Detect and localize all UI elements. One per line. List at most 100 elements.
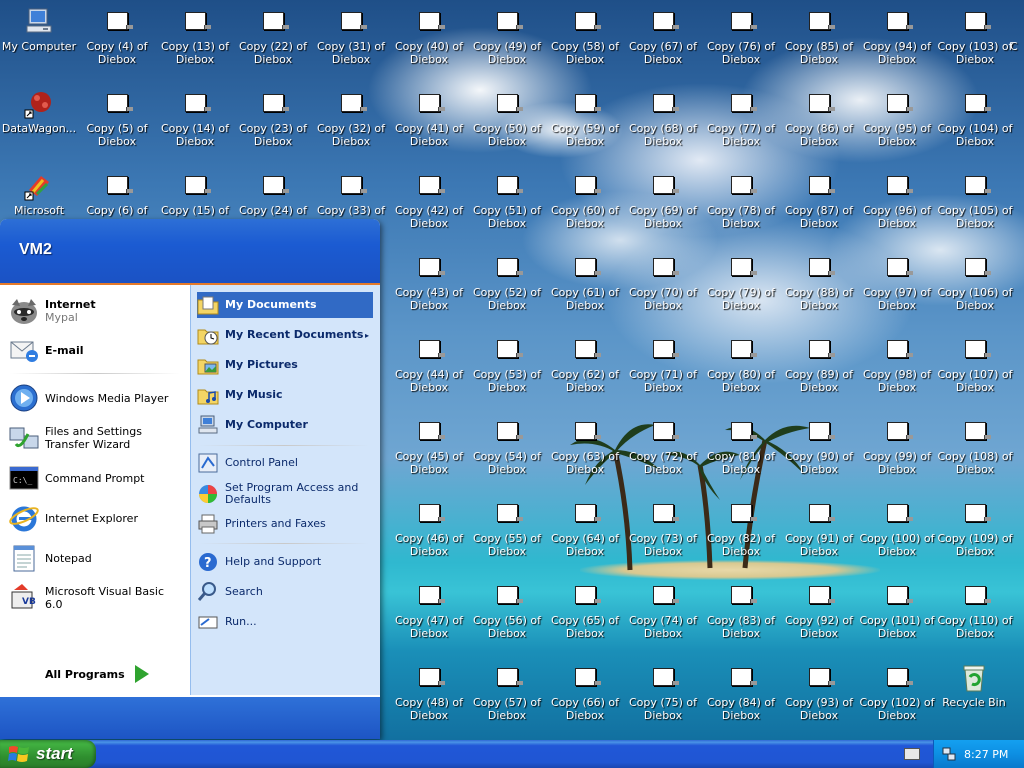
- desktop-file-icon[interactable]: Copy (22) of Diebox: [234, 0, 312, 66]
- desktop-file-icon[interactable]: Copy (88) of Diebox: [780, 246, 858, 312]
- desktop-file-icon[interactable]: Copy (108) of Diebox: [936, 410, 1014, 476]
- desktop-file-icon[interactable]: Copy (84) of Diebox: [702, 656, 780, 722]
- desktop-file-icon[interactable]: Copy (80) of Diebox: [702, 328, 780, 394]
- desktop-file-icon[interactable]: Copy (65) of Diebox: [546, 574, 624, 640]
- desktop-file-icon[interactable]: Copy (72) of Diebox: [624, 410, 702, 476]
- recent-windows-media-player[interactable]: Windows Media Player: [8, 381, 184, 415]
- desktop-file-icon[interactable]: Copy (91) of Diebox: [780, 492, 858, 558]
- desktop-file-icon[interactable]: Copy (64) of Diebox: [546, 492, 624, 558]
- desktop-file-icon[interactable]: Copy (53) of Diebox: [468, 328, 546, 394]
- desktop-file-icon[interactable]: Copy (104) of Diebox: [936, 82, 1014, 148]
- edge-partial-icon[interactable]: C: [1010, 0, 1024, 53]
- desktop-file-icon[interactable]: Copy (63) of Diebox: [546, 410, 624, 476]
- desktop-file-icon[interactable]: Copy (5) of Diebox: [78, 82, 156, 148]
- desktop-file-icon[interactable]: Copy (70) of Diebox: [624, 246, 702, 312]
- desktop-file-icon[interactable]: Copy (100) of Diebox: [858, 492, 936, 558]
- recent-internet-explorer[interactable]: Internet Explorer: [8, 501, 184, 535]
- datawagon-desktop-icon[interactable]: DataWagon...: [0, 82, 78, 135]
- desktop-file-icon[interactable]: Copy (62) of Diebox: [546, 328, 624, 394]
- start-button[interactable]: start: [0, 740, 96, 768]
- desktop-file-icon[interactable]: Copy (75) of Diebox: [624, 656, 702, 722]
- desktop-file-icon[interactable]: Copy (99) of Diebox: [858, 410, 936, 476]
- desktop-file-icon[interactable]: Copy (85) of Diebox: [780, 0, 858, 66]
- clock[interactable]: 8:27 PM: [964, 748, 1008, 761]
- desktop-file-icon[interactable]: Copy (71) of Diebox: [624, 328, 702, 394]
- recent-transfer-wizard[interactable]: Files and Settings Transfer Wizard: [8, 421, 184, 455]
- desktop-file-icon[interactable]: Copy (52) of Diebox: [468, 246, 546, 312]
- recent-command-prompt[interactable]: C:\_ Command Prompt: [8, 461, 184, 495]
- desktop-file-icon[interactable]: Copy (47) of Diebox: [390, 574, 468, 640]
- desktop-file-icon[interactable]: Copy (54) of Diebox: [468, 410, 546, 476]
- desktop-file-icon[interactable]: Copy (56) of Diebox: [468, 574, 546, 640]
- desktop-file-icon[interactable]: Copy (74) of Diebox: [624, 574, 702, 640]
- desktop-file-icon[interactable]: Copy (103) of Diebox: [936, 0, 1014, 66]
- desktop-file-icon[interactable]: Copy (96) of Diebox: [858, 164, 936, 230]
- setting-control-panel[interactable]: Control Panel: [197, 450, 373, 476]
- desktop-file-icon[interactable]: Copy (49) of Diebox: [468, 0, 546, 66]
- desktop-file-icon[interactable]: Copy (95) of Diebox: [858, 82, 936, 148]
- desktop-file-icon[interactable]: Copy (14) of Diebox: [156, 82, 234, 148]
- desktop-file-icon[interactable]: Copy (48) of Diebox: [390, 656, 468, 722]
- desktop-file-icon[interactable]: Copy (45) of Diebox: [390, 410, 468, 476]
- desktop-file-icon[interactable]: Copy (106) of Diebox: [936, 246, 1014, 312]
- desktop-file-icon[interactable]: Copy (42) of Diebox: [390, 164, 468, 230]
- setting-printers-faxes[interactable]: Printers and Faxes: [197, 511, 373, 537]
- desktop-file-icon[interactable]: Copy (101) of Diebox: [858, 574, 936, 640]
- desktop-file-icon[interactable]: Copy (58) of Diebox: [546, 0, 624, 66]
- desktop-file-icon[interactable]: Copy (46) of Diebox: [390, 492, 468, 558]
- desktop-file-icon[interactable]: Copy (93) of Diebox: [780, 656, 858, 722]
- desktop-file-icon[interactable]: Copy (40) of Diebox: [390, 0, 468, 66]
- desktop-file-icon[interactable]: Copy (60) of Diebox: [546, 164, 624, 230]
- desktop-file-icon[interactable]: Copy (81) of Diebox: [702, 410, 780, 476]
- desktop-file-icon[interactable]: Copy (82) of Diebox: [702, 492, 780, 558]
- desktop-file-icon[interactable]: Copy (4) of Diebox: [78, 0, 156, 66]
- pinned-internet[interactable]: Internet Mypal: [8, 293, 184, 329]
- run[interactable]: Run...: [197, 609, 373, 635]
- desktop-file-icon[interactable]: Copy (44) of Diebox: [390, 328, 468, 394]
- desktop-file-icon[interactable]: Copy (23) of Diebox: [234, 82, 312, 148]
- desktop-file-icon[interactable]: Copy (66) of Diebox: [546, 656, 624, 722]
- desktop-file-icon[interactable]: Copy (87) of Diebox: [780, 164, 858, 230]
- desktop-file-icon[interactable]: Copy (50) of Diebox: [468, 82, 546, 148]
- desktop-file-icon[interactable]: Copy (110) of Diebox: [936, 574, 1014, 640]
- desktop-file-icon[interactable]: Copy (79) of Diebox: [702, 246, 780, 312]
- desktop-file-icon[interactable]: Copy (107) of Diebox: [936, 328, 1014, 394]
- place-my-documents[interactable]: My Documents: [197, 292, 373, 318]
- desktop-file-icon[interactable]: Copy (92) of Diebox: [780, 574, 858, 640]
- desktop-file-icon[interactable]: Copy (77) of Diebox: [702, 82, 780, 148]
- desktop-file-icon[interactable]: Copy (83) of Diebox: [702, 574, 780, 640]
- desktop-file-icon[interactable]: Copy (43) of Diebox: [390, 246, 468, 312]
- desktop-file-icon[interactable]: Copy (13) of Diebox: [156, 0, 234, 66]
- desktop-file-icon[interactable]: Copy (105) of Diebox: [936, 164, 1014, 230]
- desktop-file-icon[interactable]: Copy (94) of Diebox: [858, 0, 936, 66]
- recent-notepad[interactable]: Notepad: [8, 541, 184, 575]
- desktop-file-icon[interactable]: Copy (67) of Diebox: [624, 0, 702, 66]
- desktop-file-icon[interactable]: Copy (102) of Diebox: [858, 656, 936, 722]
- network-icon[interactable]: [942, 747, 956, 761]
- desktop-file-icon[interactable]: Copy (31) of Diebox: [312, 0, 390, 66]
- my-computer-desktop-icon[interactable]: My Computer: [0, 0, 78, 53]
- keyboard-layout-icon[interactable]: [904, 748, 920, 760]
- desktop-file-icon[interactable]: Copy (68) of Diebox: [624, 82, 702, 148]
- desktop-file-icon[interactable]: Copy (89) of Diebox: [780, 328, 858, 394]
- desktop-file-icon[interactable]: Copy (41) of Diebox: [390, 82, 468, 148]
- place-my-recent-documents[interactable]: My Recent Documents ▸: [197, 322, 373, 348]
- desktop-file-icon[interactable]: Copy (59) of Diebox: [546, 82, 624, 148]
- desktop-file-icon[interactable]: Copy (97) of Diebox: [858, 246, 936, 312]
- desktop-file-icon[interactable]: Copy (109) of Diebox: [936, 492, 1014, 558]
- desktop-file-icon[interactable]: Copy (73) of Diebox: [624, 492, 702, 558]
- place-my-pictures[interactable]: My Pictures: [197, 352, 373, 378]
- desktop-file-icon[interactable]: Copy (86) of Diebox: [780, 82, 858, 148]
- setting-program-access[interactable]: Set Program Access and Defaults: [197, 478, 373, 510]
- search[interactable]: Search: [197, 579, 373, 605]
- place-my-music[interactable]: My Music: [197, 382, 373, 408]
- pinned-email[interactable]: E-mail: [8, 333, 184, 367]
- desktop-file-icon[interactable]: Copy (76) of Diebox: [702, 0, 780, 66]
- desktop-file-icon[interactable]: Copy (51) of Diebox: [468, 164, 546, 230]
- desktop-file-icon[interactable]: Copy (61) of Diebox: [546, 246, 624, 312]
- desktop-file-icon[interactable]: Copy (98) of Diebox: [858, 328, 936, 394]
- help-and-support[interactable]: ? Help and Support: [197, 549, 373, 575]
- recent-visual-basic[interactable]: VB Microsoft Visual Basic 6.0: [8, 581, 184, 615]
- desktop-file-icon[interactable]: Copy (32) of Diebox: [312, 82, 390, 148]
- desktop-file-icon[interactable]: Copy (57) of Diebox: [468, 656, 546, 722]
